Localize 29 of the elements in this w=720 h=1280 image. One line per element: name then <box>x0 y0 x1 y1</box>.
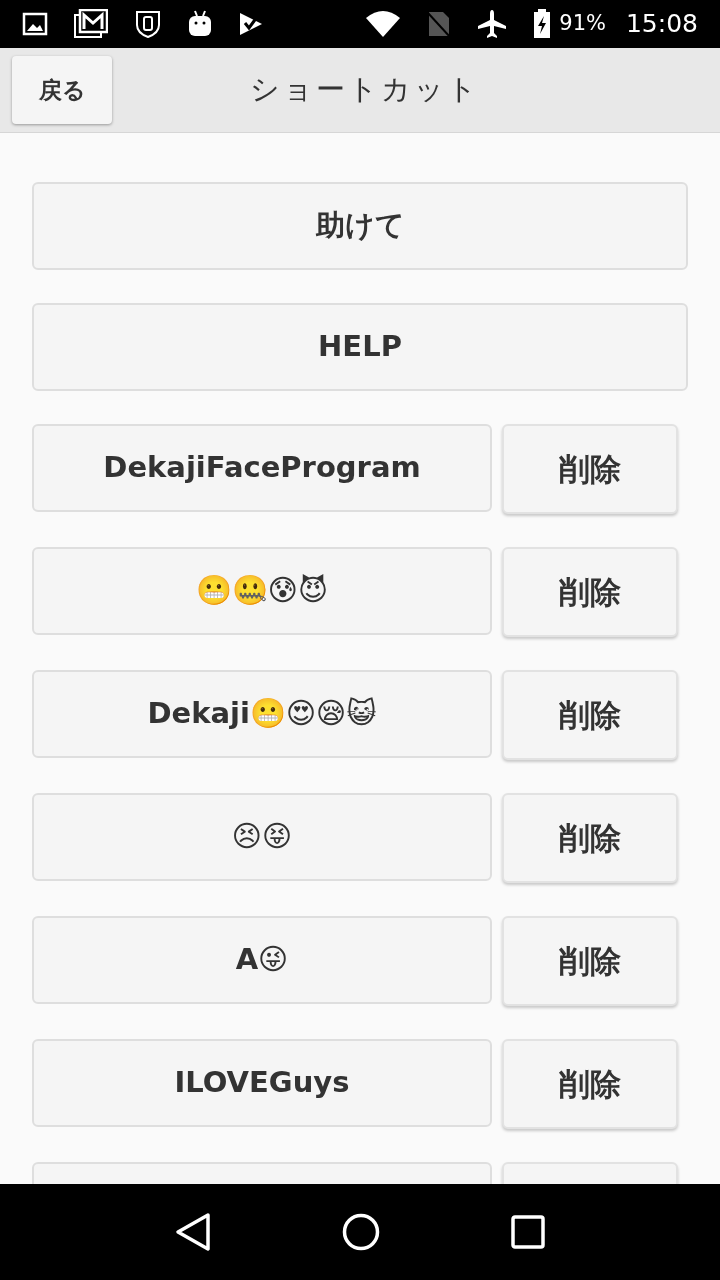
shortcut-button[interactable]: DekajiFaceProgram <box>32 424 492 512</box>
battery-percentage: 91% <box>559 10 606 38</box>
shortcut-button[interactable]: A😜 <box>32 916 492 1004</box>
shortcut-button[interactable]: ILOVEGuys <box>32 1039 492 1127</box>
check-icon <box>238 11 264 37</box>
shortcut-button[interactable]: Dekaji😬😍😪😺 <box>32 670 492 758</box>
delete-button[interactable]: 削除 <box>502 793 678 883</box>
shortcut-button[interactable]: 😣😝 <box>32 793 492 881</box>
recent-apps-icon[interactable] <box>510 1215 545 1249</box>
delete-button[interactable]: 削除 <box>502 1039 678 1129</box>
delete-button[interactable]: 削除 <box>502 670 678 760</box>
shield-icon <box>134 9 162 39</box>
wifi-icon <box>365 10 402 38</box>
shortcut-button[interactable]: HELP <box>32 303 688 391</box>
delete-button[interactable]: 削除 <box>502 916 678 1006</box>
back-button[interactable]: 戻る <box>12 56 112 124</box>
airplane-icon <box>477 9 508 39</box>
delete-button[interactable]: 削除 <box>502 424 678 514</box>
shortcut-button[interactable]: 助けて <box>32 182 688 270</box>
no-sim-icon <box>427 10 452 38</box>
mail-icon <box>74 9 108 39</box>
clock-time: 15:08 <box>625 8 698 41</box>
android-icon <box>188 10 212 38</box>
image-icon <box>22 12 48 36</box>
battery-icon <box>533 9 552 39</box>
screen-title: ショートカット <box>250 71 480 109</box>
delete-button[interactable]: 削除 <box>502 547 678 637</box>
home-icon[interactable] <box>342 1213 380 1251</box>
back-icon[interactable] <box>175 1212 212 1252</box>
